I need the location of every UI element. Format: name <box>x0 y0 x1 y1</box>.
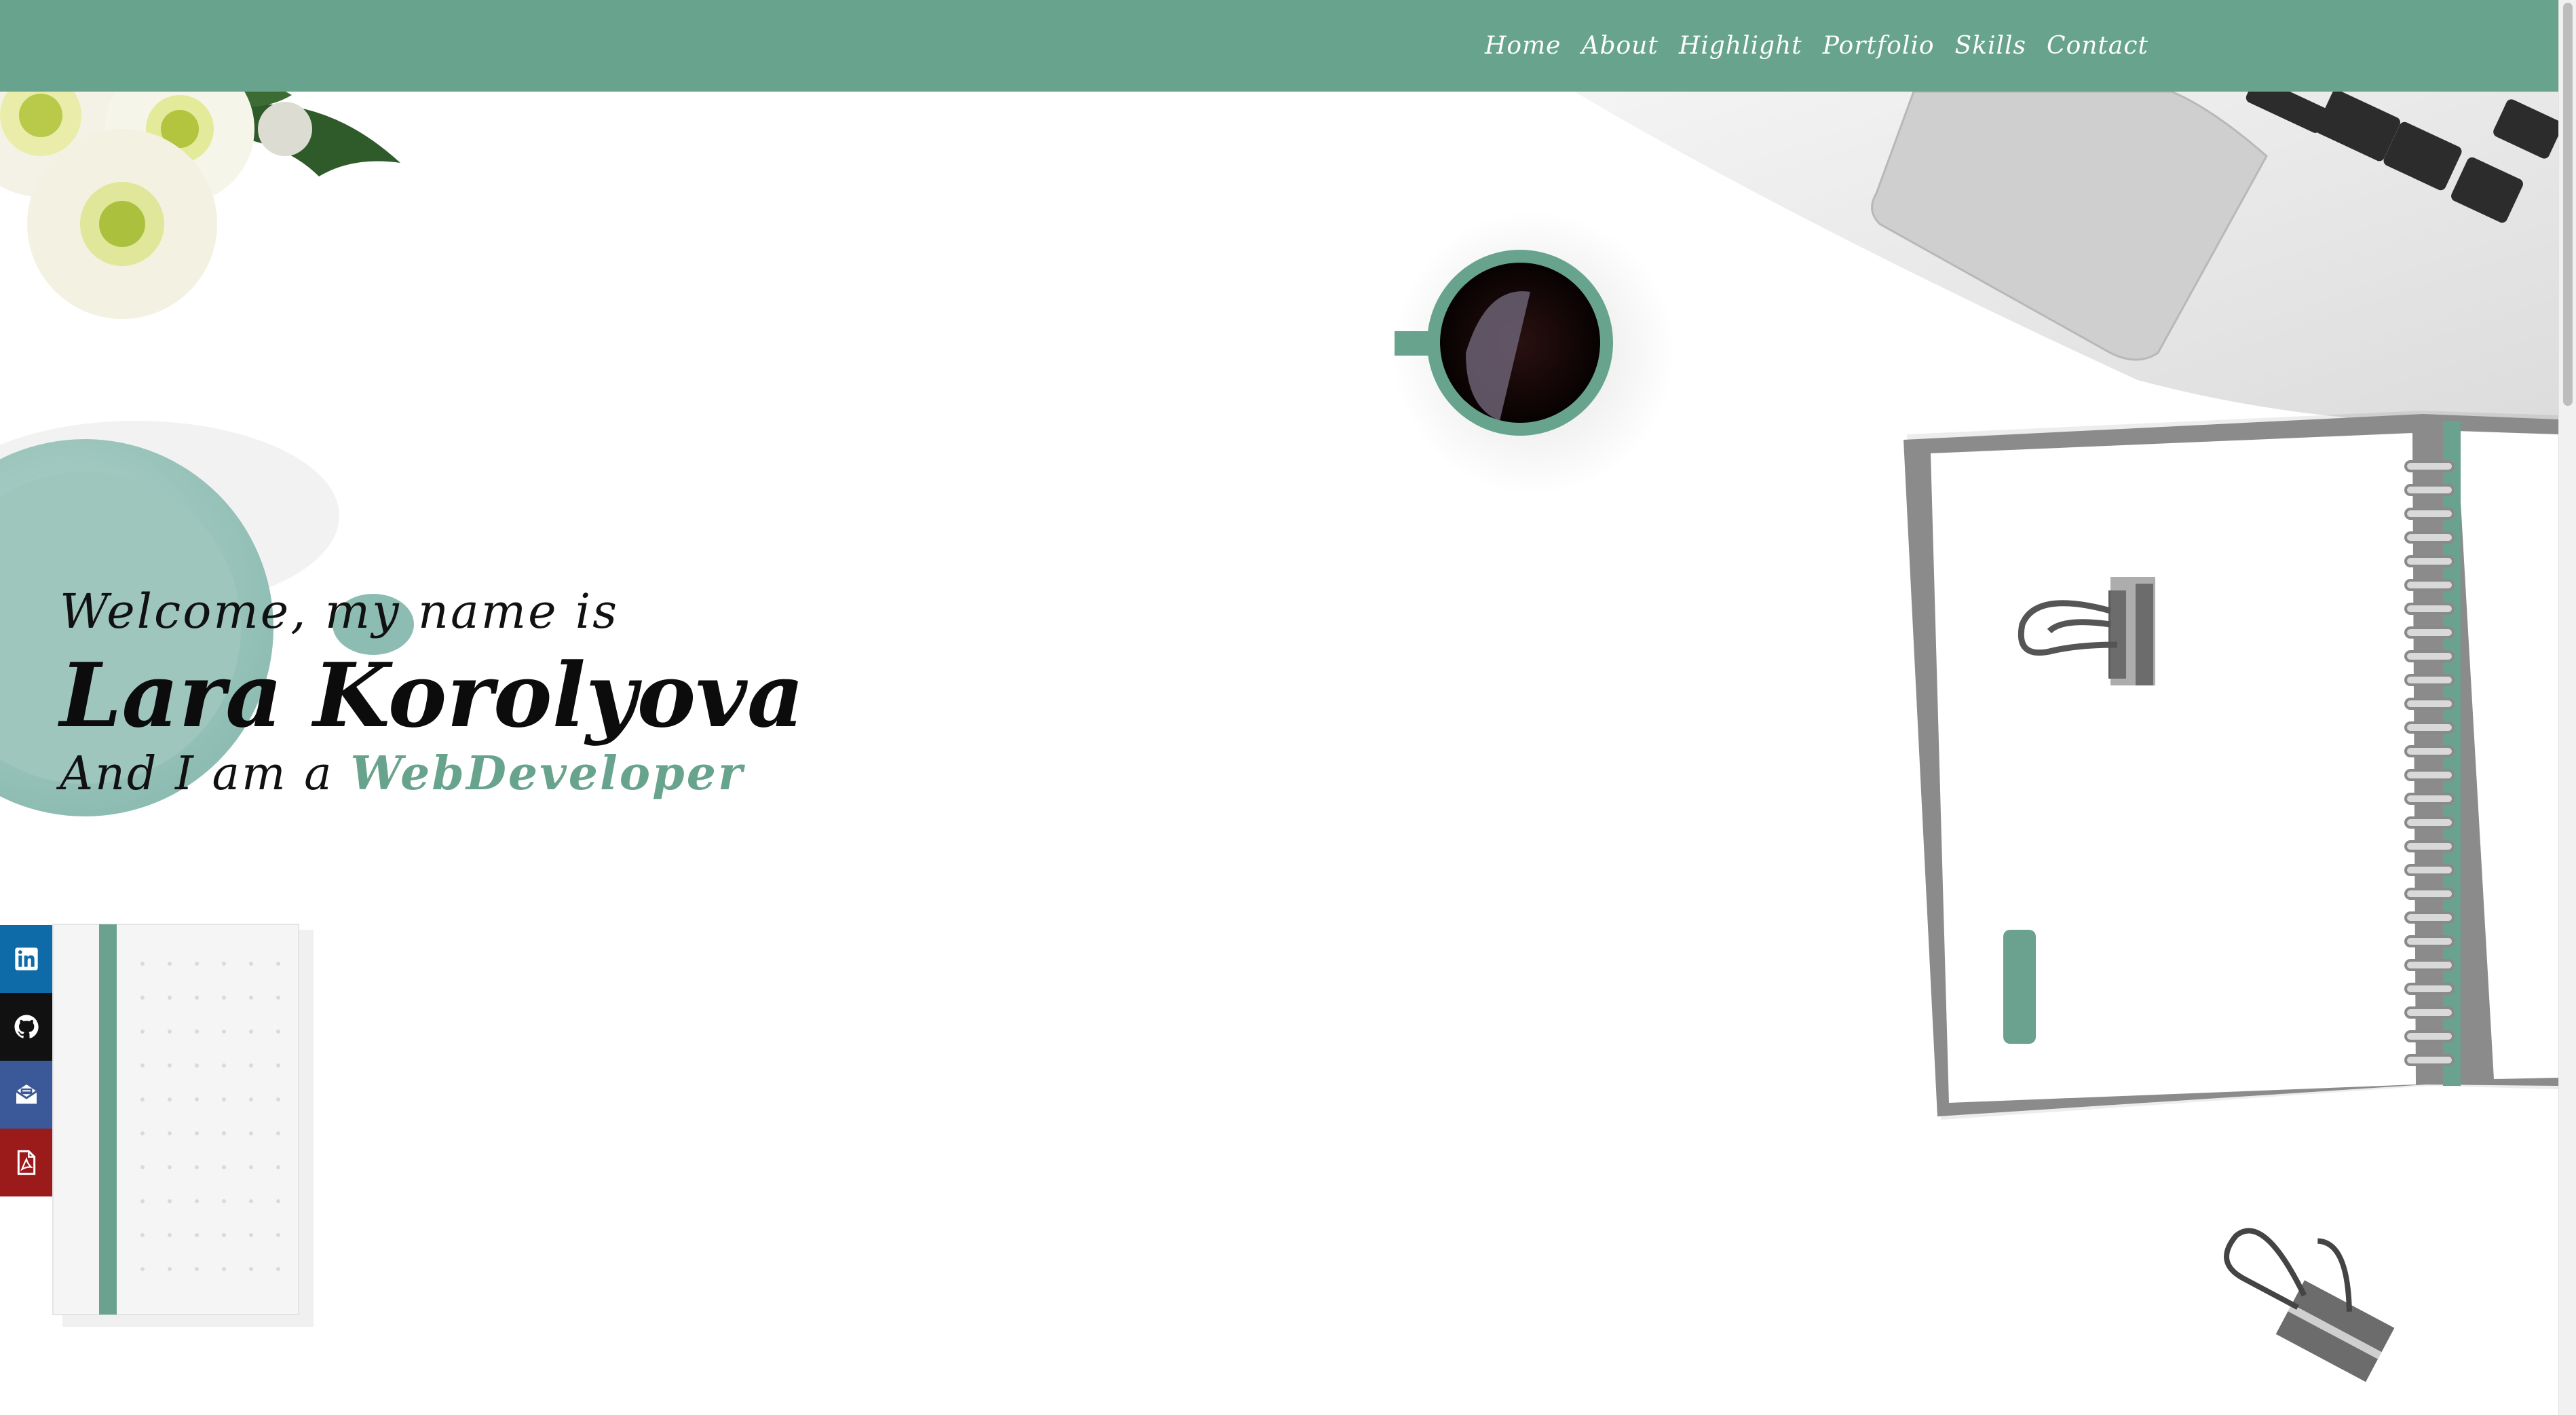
pdf-icon <box>17 1150 35 1175</box>
github-button[interactable] <box>0 993 52 1061</box>
nav-link-home[interactable]: Home <box>1485 32 1561 60</box>
hero: Welcome, my name is Lara Korolyova And I… <box>60 584 804 801</box>
page: Home About Highlight Portfolio Skills Co… <box>0 0 2558 1415</box>
linkedin-icon <box>14 947 38 970</box>
notebook-decor <box>52 924 314 1327</box>
nav-link-portfolio[interactable]: Portfolio <box>1823 32 1935 60</box>
hero-welcome: Welcome, my name is <box>60 584 620 639</box>
laptop-decor <box>1574 77 2558 423</box>
nav-link-skills[interactable]: Skills <box>1955 32 2027 60</box>
social-sidebar <box>0 925 52 1196</box>
coffee-cup-decor <box>1391 210 1676 495</box>
hero-role: WebDeveloper <box>350 746 744 801</box>
scrollbar[interactable] <box>2558 0 2576 1415</box>
hero-role-line: And I am a WebDeveloper <box>60 747 804 801</box>
nav-link-contact[interactable]: Contact <box>2047 32 2148 60</box>
nav-link-about[interactable]: About <box>1581 32 1658 60</box>
scrollbar-thumb[interactable] <box>2563 3 2573 406</box>
planner-decor <box>1903 411 2558 1120</box>
linkedin-button[interactable] <box>0 925 52 993</box>
github-icon <box>14 1015 39 1038</box>
mail-button[interactable] <box>0 1061 52 1129</box>
navbar: Home About Highlight Portfolio Skills Co… <box>0 0 2558 92</box>
nav-links: Home About Highlight Portfolio Skills Co… <box>1485 0 2148 92</box>
mail-icon <box>15 1084 37 1104</box>
binder-clip-decor <box>2224 1228 2395 1382</box>
hero-name: Lara Korolyova <box>60 643 805 747</box>
pdf-button[interactable] <box>0 1129 52 1196</box>
nav-link-highlight[interactable]: Highlight <box>1679 32 1802 60</box>
hero-role-prefix: And I am a <box>60 747 334 801</box>
